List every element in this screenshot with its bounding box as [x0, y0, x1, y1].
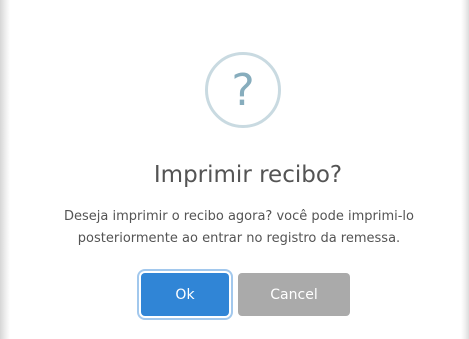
confirm-dialog: ? Imprimir recibo? Deseja imprimir o rec… — [0, 0, 469, 339]
dialog-message-line-1: Deseja imprimir o recibo agora? você pod… — [63, 209, 414, 224]
dialog-title: Imprimir recibo? — [153, 162, 343, 188]
ok-button[interactable]: Ok — [141, 273, 229, 316]
dialog-message-line-2: posteriormente ao entrar no registro da … — [77, 231, 401, 246]
cancel-button[interactable]: Cancel — [238, 273, 350, 316]
question-mark-glyph: ? — [231, 65, 255, 116]
question-icon: ? — [205, 52, 281, 128]
dialog-message: Deseja imprimir o recibo agora? você pod… — [0, 206, 469, 250]
